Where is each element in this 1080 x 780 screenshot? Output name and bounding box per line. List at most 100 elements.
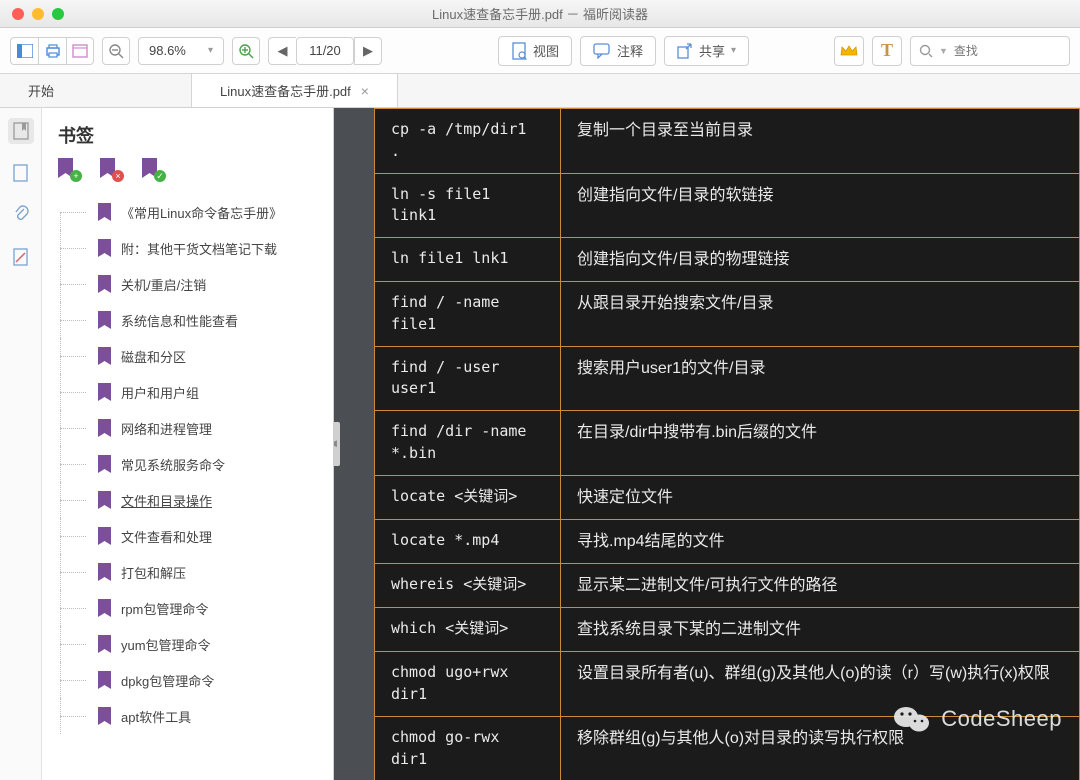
zoom-in-button[interactable] (232, 37, 260, 65)
page-nav-group: ◀ 11/20 ▶ (268, 37, 382, 65)
bookmark-item[interactable]: 附：其他干货文档笔记下载 (50, 230, 333, 266)
premium-button[interactable] (834, 36, 864, 66)
bookmark-icon (98, 239, 111, 257)
share-menu-button[interactable]: 共享 ▾ (664, 36, 749, 66)
description-cell: 创建指向文件/目录的物理链接 (561, 238, 1080, 282)
close-tab-button[interactable]: × (361, 83, 369, 99)
bookmark-label: 网络和进程管理 (121, 419, 212, 438)
description-cell: 显示某二进制文件/可执行文件的路径 (561, 564, 1080, 608)
document-tabs: 开始 Linux速查备忘手册.pdf × (0, 74, 1080, 108)
bookmark-label: 磁盘和分区 (121, 347, 186, 366)
command-cell: locate *.mp4 (375, 519, 561, 563)
bookmark-icon (98, 455, 111, 473)
bookmark-label: apt软件工具 (121, 707, 191, 726)
attachments-panel-button[interactable] (8, 202, 34, 228)
table-row: ln file1 lnk1创建指向文件/目录的物理链接 (375, 238, 1080, 282)
crown-icon (840, 44, 858, 58)
pages-panel-button[interactable] (8, 160, 34, 186)
search-input[interactable] (954, 44, 1061, 58)
zoom-value: 98.6% (149, 43, 186, 58)
document-viewer[interactable]: cp -a /tmp/dir1 .复制一个目录至当前目录ln -s file1 … (334, 108, 1080, 780)
sidebar-collapse-handle[interactable] (334, 422, 340, 466)
maximize-window-button[interactable] (52, 8, 64, 20)
table-row: whereis <关键词>显示某二进制文件/可执行文件的路径 (375, 564, 1080, 608)
description-cell: 搜索用户user1的文件/目录 (561, 346, 1080, 411)
bookmark-icon (98, 311, 111, 329)
bookmark-item[interactable]: dpkg包管理命令 (50, 662, 333, 698)
zoom-level-select[interactable]: 98.6% ▾ (138, 37, 224, 65)
view-menu-button[interactable]: 视图 (498, 36, 572, 66)
tab-document[interactable]: Linux速查备忘手册.pdf × (192, 74, 398, 107)
description-cell: 寻找.mp4结尾的文件 (561, 519, 1080, 563)
table-row: which <关键词>查找系统目录下某的二进制文件 (375, 608, 1080, 652)
description-cell: 创建指向文件/目录的软链接 (561, 173, 1080, 238)
bookmark-tools: + × ✓ (42, 158, 333, 190)
description-cell: 从跟目录开始搜索文件/目录 (561, 282, 1080, 347)
command-cell: ln file1 lnk1 (375, 238, 561, 282)
bookmark-item[interactable]: 网络和进程管理 (50, 410, 333, 446)
share-icon (677, 43, 693, 59)
bookmark-icon (98, 347, 111, 365)
print-button[interactable] (38, 37, 66, 65)
layout-page-button[interactable] (66, 37, 94, 65)
table-row: find / -name file1从跟目录开始搜索文件/目录 (375, 282, 1080, 347)
pdf-page: cp -a /tmp/dir1 .复制一个目录至当前目录ln -s file1 … (374, 108, 1080, 780)
bookmark-item[interactable]: 用户和用户组 (50, 374, 333, 410)
expand-bookmarks-button[interactable]: ✓ (142, 158, 162, 180)
bookmark-item[interactable]: 关机/重启/注销 (50, 266, 333, 302)
annotate-menu-button[interactable]: 注释 (580, 36, 656, 66)
page-indicator[interactable]: 11/20 (296, 37, 354, 65)
prev-page-button[interactable]: ◀ (268, 37, 296, 65)
bookmark-icon (98, 491, 111, 509)
bookmarks-panel-button[interactable] (8, 118, 34, 144)
side-toolstrip (0, 108, 42, 780)
bookmark-item[interactable]: 打包和解压 (50, 554, 333, 590)
close-window-button[interactable] (12, 8, 24, 20)
next-page-button[interactable]: ▶ (354, 37, 382, 65)
bookmark-label: dpkg包管理命令 (121, 671, 214, 690)
command-cell: locate <关键词> (375, 475, 561, 519)
bookmark-icon (98, 383, 111, 401)
bookmark-label: 常见系统服务命令 (121, 455, 225, 474)
watermark-text: CodeSheep (941, 706, 1062, 732)
bookmark-item[interactable]: yum包管理命令 (50, 626, 333, 662)
layout-sidebar-button[interactable] (10, 37, 38, 65)
bookmark-item[interactable]: 磁盘和分区 (50, 338, 333, 374)
main-toolbar: 98.6% ▾ ◀ 11/20 ▶ 视图 注释 共享 ▾ (0, 28, 1080, 74)
delete-bookmark-button[interactable]: × (100, 158, 120, 180)
command-cell: whereis <关键词> (375, 564, 561, 608)
description-cell: 在目录/dir中搜带有.bin后缀的文件 (561, 411, 1080, 476)
bookmark-label: 打包和解压 (121, 563, 186, 582)
chevron-down-icon: ▾ (731, 45, 736, 56)
view-mode-group (10, 37, 94, 65)
bookmark-item[interactable]: 《常用Linux命令备忘手册》 (50, 194, 333, 230)
bookmark-icon (98, 563, 111, 581)
bookmark-icon (98, 671, 111, 689)
zoom-out-button[interactable] (102, 37, 130, 65)
bookmark-item[interactable]: 常见系统服务命令 (50, 446, 333, 482)
text-tool-button[interactable]: T (872, 36, 902, 66)
bookmark-icon (98, 203, 111, 221)
bookmark-icon (98, 527, 111, 545)
bookmark-item[interactable]: 系统信息和性能查看 (50, 302, 333, 338)
bookmark-icon (98, 635, 111, 653)
bookmark-item[interactable]: 文件查看和处理 (50, 518, 333, 554)
bookmark-label: 用户和用户组 (121, 383, 199, 402)
signature-panel-button[interactable] (8, 244, 34, 270)
add-bookmark-button[interactable]: + (58, 158, 78, 180)
search-icon (919, 44, 933, 58)
watermark: CodeSheep (893, 704, 1062, 734)
search-box[interactable]: ▼ (910, 36, 1070, 66)
bookmark-label: 关机/重启/注销 (121, 275, 206, 294)
bookmark-item[interactable]: 文件和目录操作 (50, 482, 333, 518)
table-row: locate *.mp4寻找.mp4结尾的文件 (375, 519, 1080, 563)
bookmark-item[interactable]: rpm包管理命令 (50, 590, 333, 626)
tab-start[interactable]: 开始 (0, 74, 192, 107)
minimize-window-button[interactable] (32, 8, 44, 20)
bookmark-label: 文件和目录操作 (121, 491, 212, 510)
bookmark-icon (98, 275, 111, 293)
page-gutter (334, 108, 374, 780)
bookmark-item[interactable]: apt软件工具 (50, 698, 333, 734)
command-cell: cp -a /tmp/dir1 . (375, 109, 561, 174)
bookmark-list: 《常用Linux命令备忘手册》附：其他干货文档笔记下载关机/重启/注销系统信息和… (42, 190, 333, 780)
